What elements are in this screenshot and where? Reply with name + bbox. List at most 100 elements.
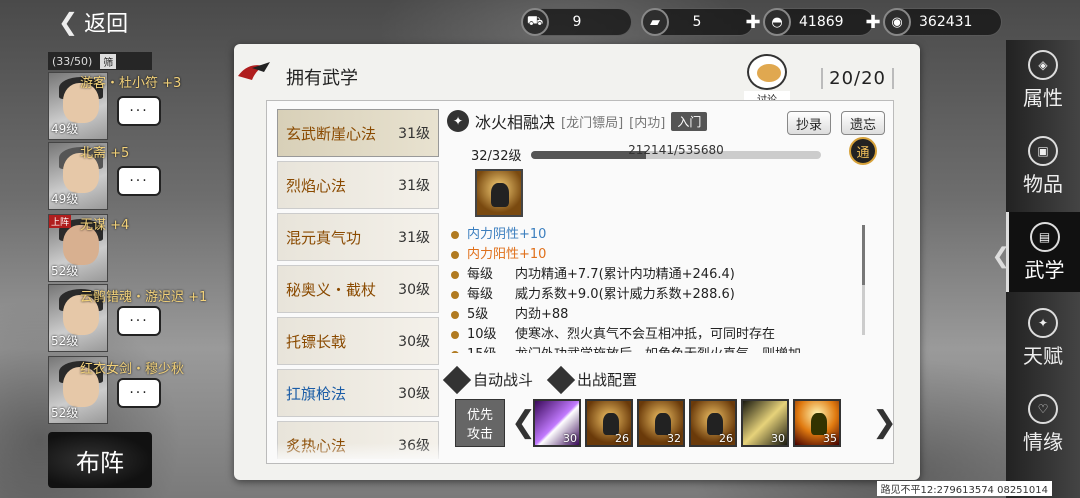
ink-brush-icon [238,62,270,80]
mastery-button[interactable]: 通 [849,137,877,165]
skill-slot[interactable]: 35 [793,399,841,447]
diamond-icon [442,365,472,394]
skill-item[interactable]: 玄武断崖心法 31级 [277,109,439,157]
effect-row: 内力阳性+10 [451,245,861,265]
inner-frame: 玄武断崖心法 31级 烈焰心法 31级 混元真气功 31级 秘奥义・截杖 30级… [266,100,897,464]
skill-slot[interactable]: 26 [585,399,633,447]
member-level: 49级 [51,192,79,206]
effect-row: 5级 内劲+88 [451,305,861,325]
skill-counter: 20/20 [821,68,894,89]
currency-value: 41869 [799,14,844,30]
diamond-icon [546,365,576,394]
effect-row: 10级 使寒冰、烈火真气不会互相冲抵，可同时存在 [451,325,861,345]
menu-items[interactable]: ▣ 物品 [1006,126,1080,206]
menu-affection[interactable]: ♡ 情缘 [1006,384,1080,464]
currency-cart: ⛟ 9 [521,8,632,36]
party-count: (33/50) [52,54,93,68]
skill-type-icon: ✦ [447,110,469,132]
menu-martial-arts[interactable]: ▤ 武学 [1006,212,1080,292]
exp-text: 212141/535680 [628,143,724,157]
party-header: (33/50) 筛 [48,52,152,70]
chat-bubble-button[interactable]: ··· [117,96,161,126]
skill-slots: 30 26 32 26 30 35 [533,399,841,447]
currency-coin: ◉ 362431 [883,8,1002,36]
skill-item[interactable]: 烈焰心法 31级 [277,161,439,209]
effect-row: 15级龙门外功武学施放后，如角色无烈火真气，则增加 [451,345,861,353]
skill-portrait-icon [475,169,523,217]
add-silver-button[interactable]: ✚ [863,13,883,33]
deploy-config-toggle[interactable]: 出战配置 [546,365,637,394]
skill-item[interactable]: 扛旗枪法 30级 [277,369,439,417]
effect-row: 每级 威力系数+9.0(累计威力系数+288.6) [451,285,861,305]
silver-ingot-icon: ◓ [763,8,791,36]
skill-level: 32/32级 [471,149,522,164]
martial-arts-panel: 拥有武学 讨论 20/20 玄武断崖心法 31级 烈焰心法 31级 混元真气功 … [234,44,920,480]
formation-button[interactable]: 布阵 [48,432,152,488]
member-level: 52级 [51,264,79,278]
currency-value: 5 [692,14,702,30]
discuss-button[interactable]: 讨论 [744,54,790,106]
currency-silver: ◓ 41869 ✚ [763,8,881,36]
skill-sect: [龙门镖局] [561,115,624,131]
member-level: 52级 [51,406,79,420]
skill-slot[interactable]: 32 [637,399,685,447]
member-name-1: 北斋 +5 [80,146,130,161]
skill-list[interactable]: 玄武断崖心法 31级 烈焰心法 31级 混元真气功 31级 秘奥义・截杖 30级… [277,109,439,459]
talent-icon: ✦ [1028,307,1058,338]
effects-scrollbar[interactable] [862,225,865,335]
skill-slot[interactable]: 30 [533,399,581,447]
panel-title: 拥有武学 [286,68,358,89]
auto-battle-toggle[interactable]: 自动战斗 [442,365,533,394]
footer-text: 路见不平12:279613574 08251014 [876,481,1052,496]
item-box-icon: ▣ [1028,135,1058,166]
copy-button[interactable]: 抄录 [786,111,831,135]
filter-button[interactable]: 筛 [100,53,117,69]
member-name-4: 红衣女剑・穆少秋 [80,362,185,377]
effect-row: 每级 内功精通+7.7(累计内功精通+246.4) [451,265,861,285]
coin-icon: ◉ [883,8,911,36]
chat-bubble-button[interactable]: ··· [117,378,161,408]
forget-button[interactable]: 遗忘 [840,111,885,135]
member-name-0: 游客・杜小符 +3 [80,76,182,91]
currency-value: 9 [572,14,582,30]
attribute-icon: ◈ [1028,49,1058,80]
heart-icon: ♡ [1028,393,1058,424]
chat-bubble-button[interactable]: ··· [117,306,161,336]
skill-item[interactable]: 秘奥义・截杖 30级 [277,265,439,313]
member-level: 49级 [51,122,79,136]
currency-gold: ▰ 5 ✚ [641,8,761,36]
cart-icon: ⛟ [521,8,549,36]
rank-badge: 入门 [671,111,708,131]
skill-item[interactable]: 托镖长戟 30级 [277,317,439,365]
gold-bar-icon: ▰ [641,8,669,36]
battle-options: 自动战斗 出战配置 [442,365,637,394]
skill-name: 冰火相融决 [475,113,556,132]
back-button[interactable]: ❮ 返回 [58,6,128,38]
back-label: 返回 [84,12,129,37]
skill-slot[interactable]: 26 [689,399,737,447]
currency-bar: ⛟ 9 ▰ 5 ✚ ◓ 41869 ✚ ◉ 362431 [521,8,1002,36]
chevron-right-icon[interactable]: ❯ [872,405,897,440]
effects-list[interactable]: 内力阴性+10 内力阳性+10 每级 内功精通+7.7(累计内功精通+246.4)… [451,225,861,353]
skill-type: [内功] [629,115,666,131]
chevron-left-icon: ❮ [991,244,1010,269]
member-name-2: 无谋 +4 [80,218,130,233]
menu-talent[interactable]: ✦ 天赋 [1006,298,1080,378]
skill-slot[interactable]: 30 [741,399,789,447]
priority-attack-button[interactable]: 优先 攻击 [455,399,505,447]
skill-detail: ✦ 冰火相融决 [龙门镖局] [内功] 入门 抄录 遗忘 32/32级 2121… [442,105,897,461]
cat-mascot-icon [747,54,787,90]
member-name-3: 云鹘错魂・游迟迟 +1 [80,290,208,305]
martial-book-icon: ▤ [1029,221,1060,252]
member-level: 52级 [51,334,79,348]
chevron-left-icon: ❮ [58,8,79,36]
skill-item[interactable]: 混元真气功 31级 [277,213,439,261]
right-menu: ◈ 属性 ▣ 物品 ▤ 武学 ✦ 天赋 ♡ 情缘 [1006,40,1080,498]
effect-row: 内力阴性+10 [451,225,861,245]
menu-attribute[interactable]: ◈ 属性 [1006,40,1080,120]
chat-bubble-button[interactable]: ··· [117,166,161,196]
add-gold-button[interactable]: ✚ [743,13,763,33]
skill-detail-header: ✦ 冰火相融决 [龙门镖局] [内功] 入门 [447,109,708,133]
deployed-badge: 上阵 [49,215,72,228]
currency-value: 362431 [919,14,973,30]
